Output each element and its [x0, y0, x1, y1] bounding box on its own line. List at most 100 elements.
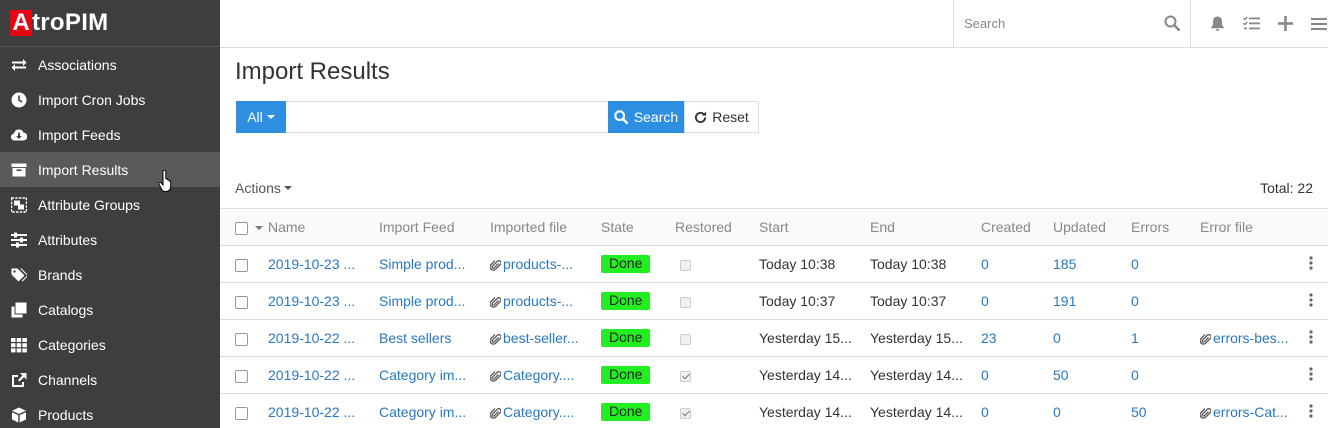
row-file-link[interactable]: products-...	[503, 293, 573, 309]
row-errors-link[interactable]: 0	[1131, 293, 1139, 309]
share-icon	[10, 371, 28, 389]
top-icons	[1200, 0, 1328, 47]
row-errors-link[interactable]: 0	[1131, 256, 1139, 272]
global-search	[953, 0, 1191, 47]
results-table: Name Import Feed Imported file State Res…	[220, 208, 1328, 428]
row-updated-link[interactable]: 50	[1053, 367, 1069, 383]
menu-icon[interactable]	[1302, 0, 1328, 47]
row-menu-cell	[1300, 282, 1328, 320]
search-icon[interactable]	[1164, 15, 1181, 34]
column-header-created[interactable]: Created	[981, 208, 1053, 246]
row-checkbox[interactable]	[235, 369, 248, 383]
row-feed-link[interactable]: Category im...	[379, 367, 466, 383]
row-checkbox[interactable]	[235, 258, 248, 272]
sidebar-item-categories[interactable]: Categories	[0, 327, 220, 362]
row-error-file-link[interactable]: errors-Cat...	[1213, 404, 1288, 420]
row-checkbox[interactable]	[235, 406, 248, 420]
row-updated-link[interactable]: 0	[1053, 404, 1061, 420]
sidebar-item-import-cron-jobs[interactable]: Import Cron Jobs	[0, 82, 220, 117]
column-header-error-file[interactable]: Error file	[1200, 208, 1300, 246]
plus-icon[interactable]	[1268, 0, 1302, 47]
caret-down-icon[interactable]	[254, 226, 263, 231]
row-file-link[interactable]: best-seller...	[503, 330, 578, 346]
row-errors-link[interactable]: 0	[1131, 367, 1139, 383]
row-updated-link[interactable]: 185	[1053, 256, 1076, 272]
column-header-updated[interactable]: Updated	[1053, 208, 1131, 246]
sidebar-item-label: Catalogs	[38, 301, 94, 318]
sidebar-item-brands[interactable]: Brands	[0, 257, 220, 292]
sidebar-item-associations[interactable]: Associations	[0, 47, 220, 82]
row-updated-link[interactable]: 191	[1053, 293, 1076, 309]
row-name-link[interactable]: 2019-10-22 ...	[268, 404, 355, 420]
row-start-cell: Today 10:38	[759, 245, 870, 283]
text-filter-input[interactable]	[286, 101, 608, 133]
row-file-cell: products-...	[490, 245, 601, 283]
column-header-state[interactable]: State	[601, 208, 675, 246]
row-name-link[interactable]: 2019-10-22 ...	[268, 367, 355, 383]
row-created-link[interactable]: 0	[981, 293, 989, 309]
kebab-menu-icon[interactable]	[1309, 366, 1313, 384]
row-name-link[interactable]: 2019-10-22 ...	[268, 330, 355, 346]
row-created-link[interactable]: 23	[981, 330, 997, 346]
row-name-link[interactable]: 2019-10-23 ...	[268, 293, 355, 309]
row-checkbox[interactable]	[235, 332, 248, 346]
filter-all-dropdown[interactable]: All	[236, 101, 286, 133]
row-select-cell	[220, 245, 268, 283]
sidebar-item-channels[interactable]: Channels	[0, 362, 220, 397]
column-header-name[interactable]: Name	[268, 208, 379, 246]
reset-button[interactable]: Reset	[684, 101, 759, 133]
sidebar-item-products[interactable]: Products	[0, 397, 220, 428]
sidebar-item-import-feeds[interactable]: Import Feeds	[0, 117, 220, 152]
row-feed-link[interactable]: Category im...	[379, 404, 466, 420]
column-header-end[interactable]: End	[870, 208, 981, 246]
table-row: 2019-10-23 ... Simple prod... products-...…	[220, 282, 1328, 320]
app-logo[interactable]: A troPIM	[0, 0, 220, 47]
row-name-link[interactable]: 2019-10-23 ...	[268, 256, 355, 272]
sidebar-item-attribute-groups[interactable]: Attribute Groups	[0, 187, 220, 222]
row-file-link[interactable]: Category....	[503, 367, 574, 383]
row-error-file-link[interactable]: errors-bes...	[1213, 330, 1288, 346]
row-checkbox[interactable]	[235, 295, 248, 309]
column-header-import-feed[interactable]: Import Feed	[379, 208, 490, 246]
kebab-menu-icon[interactable]	[1309, 403, 1313, 421]
sidebar-item-catalogs[interactable]: Catalogs	[0, 292, 220, 327]
sidebar-item-attributes[interactable]: Attributes	[0, 222, 220, 257]
row-updated-link[interactable]: 0	[1053, 330, 1061, 346]
row-created-link[interactable]: 0	[981, 367, 989, 383]
sidebar-item-label: Products	[38, 406, 94, 423]
column-header-start[interactable]: Start	[759, 208, 870, 246]
row-end-cell: Yesterday 14...	[870, 356, 981, 394]
status-badge: Done	[601, 329, 651, 347]
kebab-menu-icon[interactable]	[1309, 329, 1313, 347]
column-header-restored[interactable]: Restored	[675, 208, 759, 246]
tasks-icon[interactable]	[1234, 0, 1268, 47]
object-group-icon	[10, 196, 28, 214]
global-search-input[interactable]	[954, 16, 1154, 31]
kebab-menu-icon[interactable]	[1309, 255, 1313, 273]
bell-icon[interactable]	[1200, 0, 1234, 47]
sidebar-item-import-results[interactable]: Import Results	[0, 152, 220, 187]
column-header-imported-file[interactable]: Imported file	[490, 208, 601, 246]
row-feed-link[interactable]: Best sellers	[379, 330, 451, 346]
row-file-link[interactable]: products-...	[503, 256, 573, 272]
restored-checkbox	[680, 407, 691, 419]
row-error-file-cell	[1200, 356, 1300, 394]
row-feed-link[interactable]: Simple prod...	[379, 293, 465, 309]
row-state-cell: Done	[601, 356, 675, 394]
select-all-checkbox[interactable]	[235, 221, 248, 235]
actions-dropdown[interactable]: Actions	[235, 180, 292, 196]
row-feed-link[interactable]: Simple prod...	[379, 256, 465, 272]
search-button[interactable]: Search	[608, 101, 684, 133]
status-badge: Done	[601, 403, 651, 421]
sliders-icon	[10, 231, 28, 249]
column-header-errors[interactable]: Errors	[1131, 208, 1200, 246]
row-errors-link[interactable]: 1	[1131, 330, 1139, 346]
row-error-file-cell	[1200, 245, 1300, 283]
row-created-link[interactable]: 0	[981, 404, 989, 420]
row-created-link[interactable]: 0	[981, 256, 989, 272]
row-created-cell: 0	[981, 245, 1053, 283]
sidebar: A troPIM Associations Import Cron Jobs Imp…	[0, 0, 220, 428]
row-errors-link[interactable]: 50	[1131, 404, 1147, 420]
kebab-menu-icon[interactable]	[1309, 292, 1313, 310]
row-file-link[interactable]: Category....	[503, 404, 574, 420]
